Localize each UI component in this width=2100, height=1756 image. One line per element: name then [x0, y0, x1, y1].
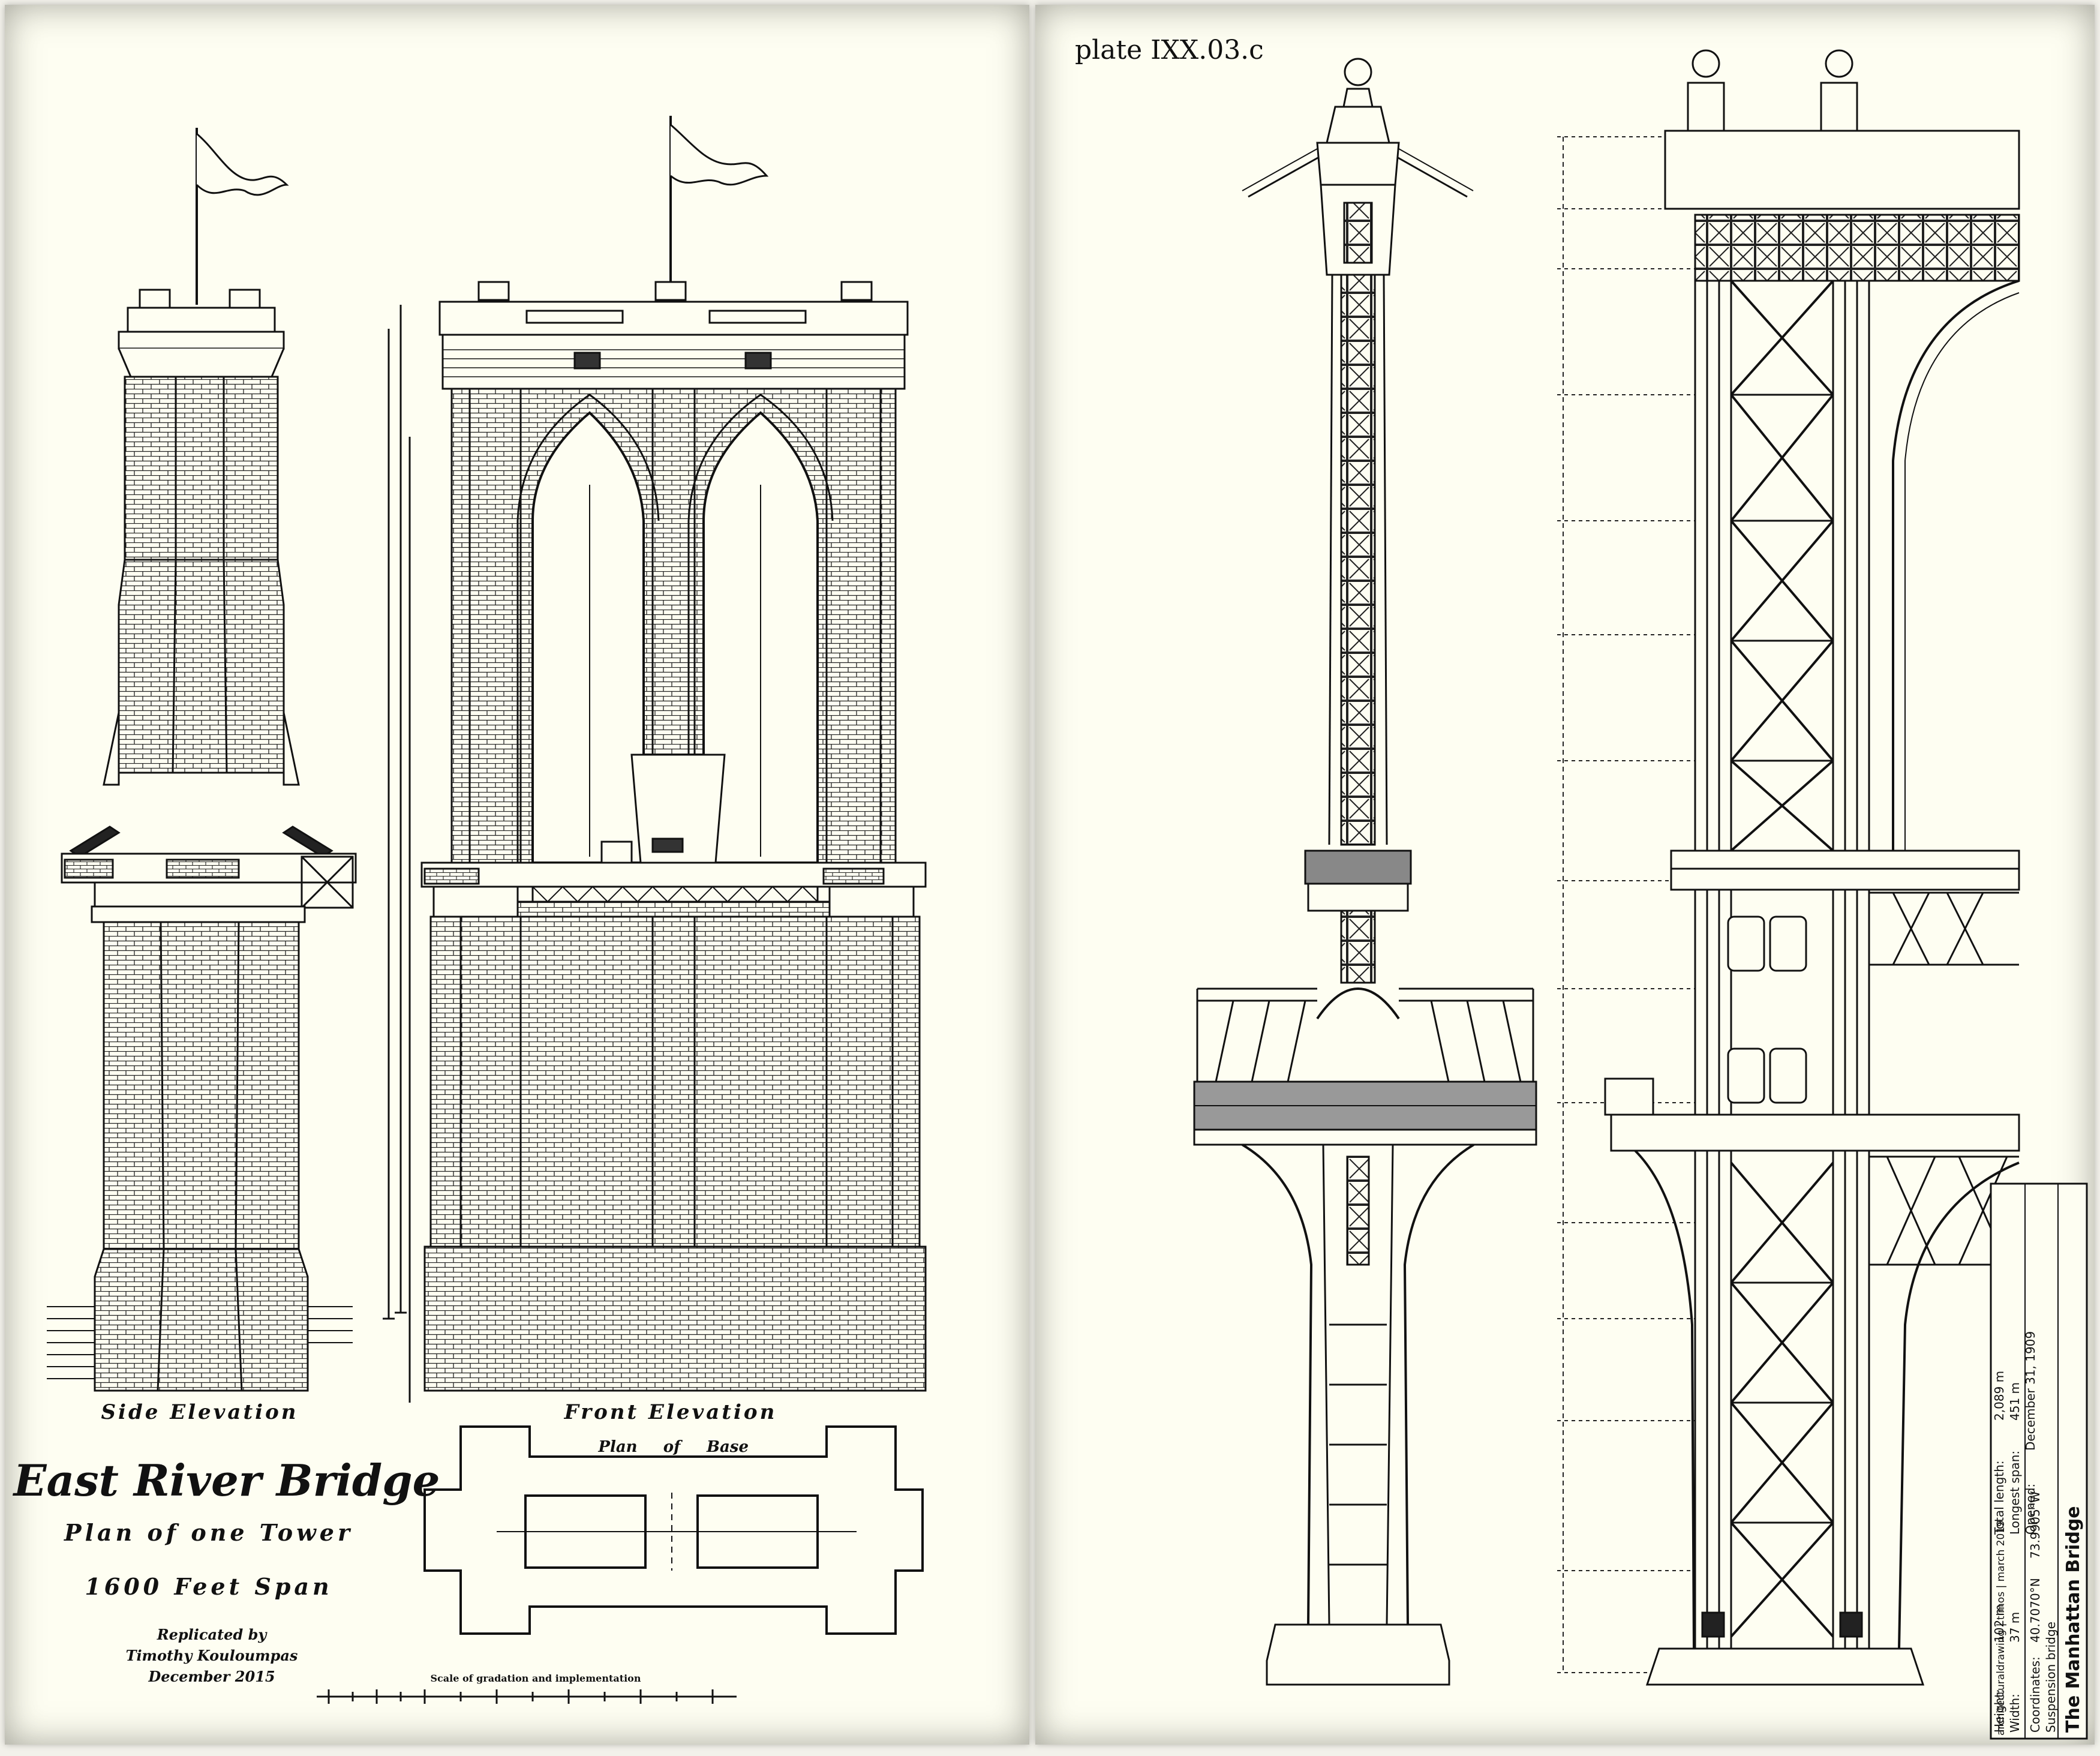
- east-river-bridge-drawing: Side Elevation Front Elevation Plan of B…: [13, 116, 927, 1704]
- titleblock-width-label: Width:: [2008, 1694, 2022, 1733]
- dimension-lines: [383, 305, 411, 1403]
- side-elevation-tower: [47, 128, 357, 1392]
- titleblock-type: Suspension bridge: [2044, 1622, 2058, 1733]
- span-label: 1600 Feet Span: [85, 1573, 332, 1600]
- plan-of-base: [423, 1425, 924, 1635]
- drawing-subtitle: Plan of one Tower: [64, 1519, 353, 1546]
- right-drawing-sheet: plate IXX.03.c The Manhattan Bridge Coor…: [1035, 5, 2095, 1745]
- titleblock-coords-n: 40.7070°N: [2028, 1578, 2042, 1643]
- drawing-title: East River Bridge: [13, 1455, 440, 1506]
- titleblock-longest-span-label: Longest span:: [2008, 1451, 2022, 1535]
- height-dimension: [1557, 136, 1695, 1673]
- side-elevation-label: Side Elevation: [101, 1400, 299, 1424]
- credit-line-3: December 2015: [148, 1668, 275, 1685]
- plate-label: plate IXX.03.c: [1075, 35, 1264, 65]
- plan-label-word-2: of: [663, 1438, 683, 1456]
- plan-label-word-1: Plan: [597, 1438, 637, 1456]
- titleblock-footer: architecturaldrawing | timos | march 201…: [1995, 1520, 2007, 1736]
- titleblock-opened-label: Opened:: [2023, 1484, 2038, 1535]
- titleblock-opened: December 31, 1909: [2023, 1331, 2038, 1451]
- front-elevation-label: Front Elevation: [564, 1400, 777, 1424]
- scale-caption: Scale of gradation and implementation: [431, 1673, 641, 1684]
- front-elevation-tower: [420, 116, 927, 1392]
- manhattan-side-tower: [1193, 58, 1537, 1686]
- scale-bar: [317, 1689, 737, 1704]
- plan-label-word-3: Base: [706, 1438, 749, 1456]
- credit-line-2: Timothy Kouloumpas: [126, 1647, 298, 1664]
- manhattan-front-tower: [1604, 49, 2020, 1686]
- titleblock-name: The Manhattan Bridge: [2063, 1506, 2084, 1733]
- title-block: The Manhattan Bridge Coordinates: 40.707…: [1990, 1182, 2088, 1740]
- manhattan-bridge-drawing: plate IXX.03.c The Manhattan Bridge Coor…: [1075, 35, 2088, 1740]
- titleblock-total-length: 2,089 m: [1992, 1371, 2006, 1421]
- titleblock-coords-label: Coordinates:: [2028, 1656, 2042, 1733]
- titleblock-longest-span: 451 m: [2008, 1382, 2022, 1421]
- left-drawing-sheet: Side Elevation Front Elevation Plan of B…: [5, 5, 1029, 1745]
- credit-line-1: Replicated by: [157, 1626, 268, 1643]
- titleblock-width: 37 m: [2008, 1612, 2022, 1643]
